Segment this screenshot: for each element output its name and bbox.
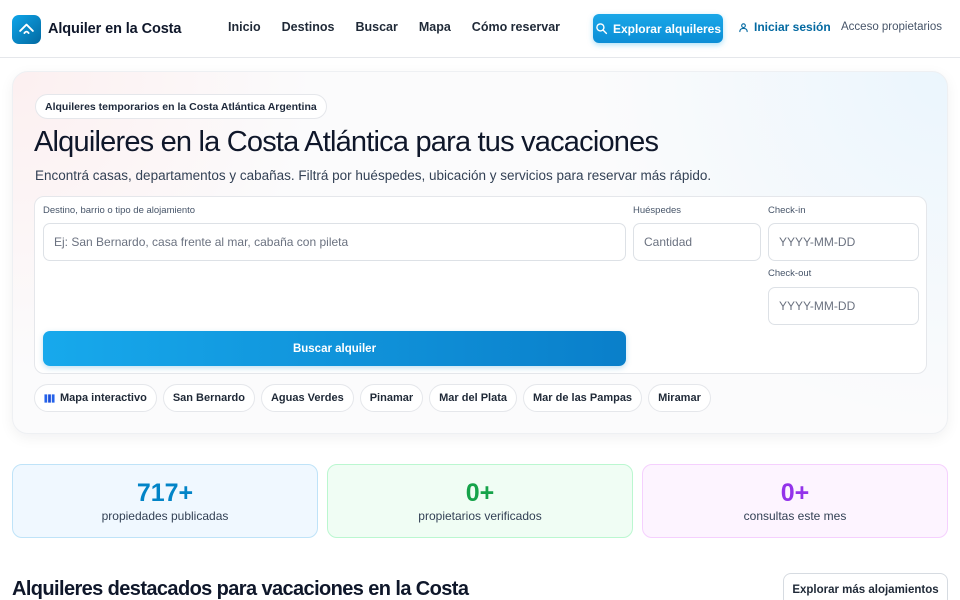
user-icon [739,22,748,32]
stat-properties: 717+ propiedades publicadas [12,464,318,538]
login-label: Iniciar sesión [754,20,831,34]
search-form: Destino, barrio o tipo de alojamiento Hu… [34,196,927,374]
destination-label: Destino, barrio o tipo de alojamiento [43,205,196,216]
brand[interactable]: Alquiler en la Costa [12,14,181,44]
brand-name: Alquiler en la Costa [48,21,182,37]
hero-subtitle: Encontrá casas, departamentos y cabañas.… [35,168,712,183]
hero-card: Alquileres temporarios en la Costa Atlán… [12,71,948,434]
chip-mar-de-las-pampas[interactable]: Mar de las Pampas [523,384,643,412]
checkout-input[interactable] [768,287,919,325]
destination-input[interactable] [43,223,626,261]
nav-mapa[interactable]: Mapa [419,20,451,34]
stat-value: 0+ [780,479,810,507]
page-title: Alquileres en la Costa Atlántica para tu… [34,126,659,158]
featured-section-title: Alquileres destacados para vacaciones en… [12,578,469,600]
explore-rentals-button[interactable]: Explorar alquileres [593,14,723,43]
guests-label: Huéspedes [633,205,682,216]
nav-como-reservar[interactable]: Cómo reservar [472,20,560,34]
site-header: Alquiler en la Costa Inicio Destinos Bus… [0,0,960,58]
stat-label: propiedades publicadas [101,509,229,523]
chip-aguas-verdes[interactable]: Aguas Verdes [260,384,354,412]
hero-tag: Alquileres temporarios en la Costa Atlán… [35,94,327,119]
checkout-label: Check-out [768,268,812,279]
stat-value: 0+ [465,479,495,507]
search-icon [596,23,608,35]
login-link[interactable]: Iniciar sesión [738,20,831,34]
chip-miramar[interactable]: Miramar [648,384,711,412]
chip-label: Mapa interactivo [60,392,147,404]
nav-inicio[interactable]: Inicio [228,20,261,34]
stat-label: propietarios verificados [418,509,542,523]
chip-pinamar[interactable]: Pinamar [359,384,424,412]
quick-filter-chips: Mapa interactivo San Bernardo Aguas Verd… [34,384,717,412]
explore-rentals-label: Explorar alquileres [612,21,722,36]
nav-destinos[interactable]: Destinos [282,20,335,34]
guests-input[interactable] [633,223,761,261]
chip-san-bernardo[interactable]: San Bernardo [162,384,255,412]
owners-access-link[interactable]: Acceso propietarios [841,21,942,33]
stat-value: 717+ [136,479,194,507]
chip-mapa-interactivo[interactable]: Mapa interactivo [34,384,157,412]
main-nav: Inicio Destinos Buscar Mapa Cómo reserva… [228,20,581,34]
nav-buscar[interactable]: Buscar [355,20,397,34]
explore-more-button[interactable]: Explorar más alojamientos [783,573,948,600]
stat-inquiries: 0+ consultas este mes [642,464,948,538]
checkin-input[interactable] [768,223,919,261]
stat-owners: 0+ propietarios verificados [327,464,633,538]
chip-mar-del-plata[interactable]: Mar del Plata [429,384,517,412]
map-icon [44,393,55,403]
stat-label: consultas este mes [743,509,847,523]
checkin-label: Check-in [768,205,806,216]
search-rental-button[interactable]: Buscar alquiler [43,331,626,366]
home-roof-icon [12,14,41,44]
